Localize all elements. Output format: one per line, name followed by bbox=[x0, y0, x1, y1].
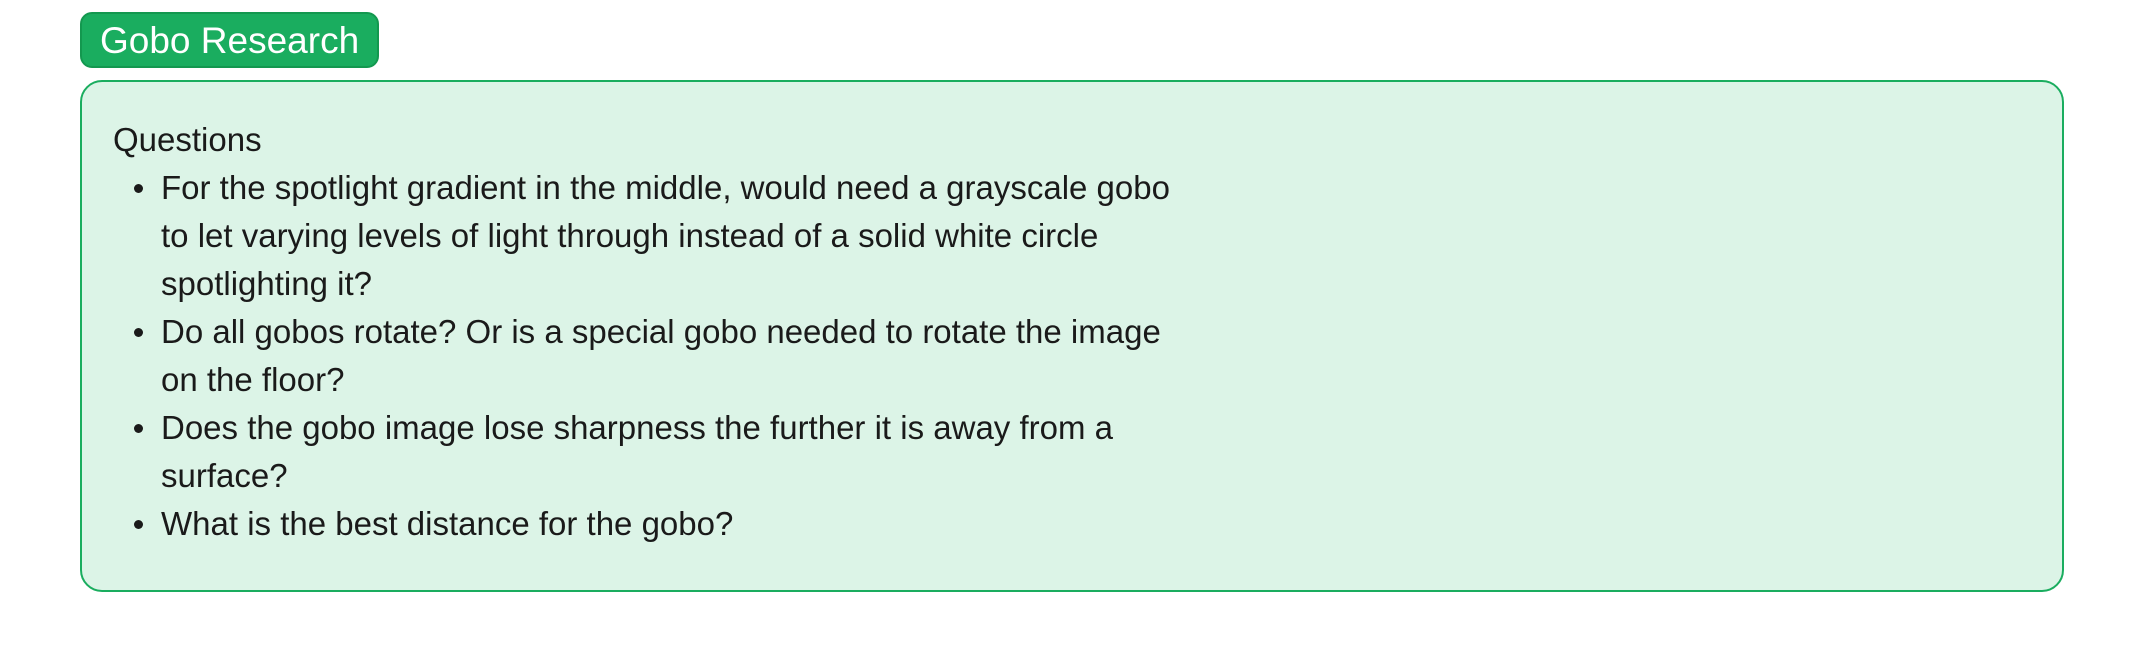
questions-list: For the spotlight gradient in the middle… bbox=[113, 164, 1201, 548]
questions-card: Questions For the spotlight gradient in … bbox=[80, 80, 2064, 592]
list-item: Do all gobos rotate? Or is a special gob… bbox=[134, 308, 1201, 404]
section-tag: Gobo Research bbox=[80, 12, 380, 68]
list-item: For the spotlight gradient in the middle… bbox=[134, 164, 1201, 308]
list-item: Does the gobo image lose sharpness the f… bbox=[134, 404, 1201, 500]
list-item: What is the best distance for the gobo? bbox=[134, 500, 1201, 548]
questions-heading: Questions bbox=[113, 121, 262, 158]
